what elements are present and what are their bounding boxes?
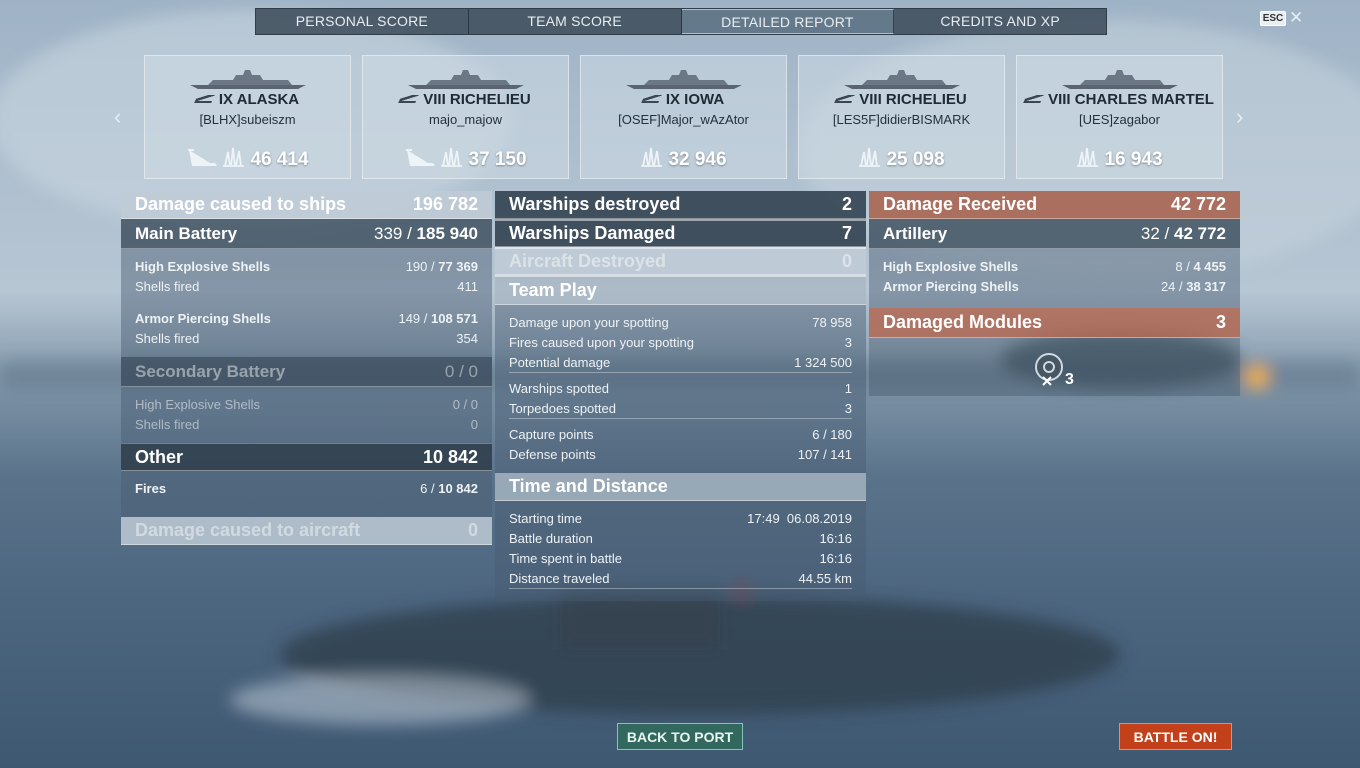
main-battery-details: High Explosive Shells 190 / 77 369 Shells… [121, 249, 492, 357]
ship-card[interactable]: VIII RICHELIEU majo_majow 37 150 [362, 55, 569, 179]
he-fired-row: Shells fired 411 [135, 279, 478, 294]
ship-card[interactable]: VIII CHARLES MARTEL [UES]zagabor 16 943 [1016, 55, 1223, 179]
ship-tier-icon [193, 95, 215, 103]
ship-damage-value: 16 943 [1104, 149, 1163, 170]
main-battery-row: Main Battery 339 / 185 940 [121, 219, 492, 249]
other-details: Fires 6 / 10 842 [121, 471, 492, 507]
damage-aircraft-row: Damage caused to aircraft 0 [121, 517, 492, 545]
damage-caused-panel: Damage caused to ships 196 782 Main Batt… [121, 191, 492, 545]
tab-credits-and-xp[interactable]: CREDITS AND XP [894, 9, 1106, 34]
battle-duration-row: Battle duration 16:16 [509, 531, 852, 546]
artillery-row: Artillery 32 / 42 772 [869, 219, 1240, 249]
damaged-modules-section: Damaged Modules 3 [869, 308, 1240, 338]
esc-key-hint[interactable]: ESC [1260, 11, 1286, 26]
shell-hit-icon [641, 147, 663, 167]
fires-row: Fires 6 / 10 842 [135, 481, 478, 496]
ship-tier-icon [398, 95, 420, 103]
damage-caused-header: Damage caused to ships 196 782 [121, 191, 492, 219]
shell-hit-icon [1077, 147, 1099, 167]
ship-silhouette-icon [407, 70, 524, 89]
ship-damage-value: 25 098 [886, 149, 945, 170]
received-he-row: High Explosive Shells 8 / 4 455 [883, 259, 1226, 274]
ship-damage-value: 32 946 [668, 149, 727, 170]
team-play-details: Damage upon your spotting 78 958 Fires ca… [495, 305, 866, 473]
module-count: 3 [1065, 371, 1074, 388]
he-shells-row: High Explosive Shells 190 / 77 369 [135, 259, 478, 274]
battle-on-button[interactable]: BATTLE ON! [1119, 723, 1232, 750]
shell-hit-icon [441, 147, 463, 167]
received-details: High Explosive Shells 8 / 4 455 Armor Pie… [869, 249, 1240, 305]
warships-spotted-row: Warships spotted 1 [509, 381, 852, 396]
player-name: [OSEF]Major_wAzAtor [618, 112, 749, 127]
ship-tier-icon [834, 95, 856, 103]
tab-team-score[interactable]: TEAM SCORE [469, 9, 682, 34]
ship-silhouette-icon [625, 70, 742, 89]
back-to-port-button[interactable]: BACK TO PORT [617, 723, 743, 750]
time-spent-row: Time spent in battle 16:16 [509, 551, 852, 566]
torpedo-hit-icon [406, 149, 436, 166]
capture-points-row: Capture points 6 / 180 [509, 427, 852, 442]
ship-silhouette-icon [189, 70, 306, 89]
chevron-right-icon[interactable]: › [1236, 104, 1243, 130]
close-icon[interactable]: ✕ [1289, 8, 1303, 28]
damage-received-panel: Damage Received 42 772 Artillery 32 / 42… [869, 191, 1240, 308]
ap-shells-row: Armor Piercing Shells 149 / 108 571 [135, 311, 478, 326]
combat-summary-panel: Warships destroyed 2 Warships Damaged 7 … [495, 191, 866, 601]
sec-he-row: High Explosive Shells 0 / 0 [135, 397, 478, 412]
damaged-modules-header: Damaged Modules 3 [869, 308, 1240, 338]
chevron-left-icon[interactable]: ‹ [114, 104, 121, 130]
module-gear-icon [1035, 353, 1063, 386]
starting-time-row: Starting time 17:49 06.08.2019 [509, 511, 852, 526]
distance-traveled-row: Distance traveled 44.55 km [509, 569, 852, 589]
shell-hit-icon [223, 147, 245, 167]
time-distance-details: Starting time 17:49 06.08.2019 Battle dur… [495, 501, 866, 597]
ship-card[interactable]: IX ALASKA [BLHX]subeiszm 46 414 [144, 55, 351, 179]
ship-silhouette-icon [1061, 70, 1178, 89]
tab-detailed-report[interactable]: DETAILED REPORT [681, 9, 895, 34]
ship-silhouette-icon [843, 70, 960, 89]
aircraft-destroyed-row: Aircraft Destroyed 0 [495, 247, 866, 275]
received-ap-row: Armor Piercing Shells 24 / 38 317 [883, 279, 1226, 294]
other-row: Other 10 842 [121, 443, 492, 471]
player-name: majo_majow [429, 112, 502, 127]
ship-damage-value: 37 150 [468, 149, 527, 170]
damaged-modules-area: 3 [869, 338, 1240, 396]
damage-received-header: Damage Received 42 772 [869, 191, 1240, 219]
ship-damage-value: 46 414 [250, 149, 309, 170]
secondary-battery-row: Secondary Battery 0 / 0 [121, 357, 492, 387]
potential-damage-row: Potential damage 1 324 500 [509, 353, 852, 373]
player-name: [UES]zagabor [1079, 112, 1160, 127]
ship-tier-icon [1023, 95, 1044, 103]
ship-tier-icon [640, 95, 662, 103]
tab-personal-score[interactable]: PERSONAL SCORE [256, 9, 469, 34]
tab-bar: PERSONAL SCORE TEAM SCORE DETAILED REPOR… [255, 8, 1107, 35]
ship-name: VIII CHARLES MARTEL [1048, 91, 1214, 108]
torpedo-hit-icon [188, 149, 218, 166]
ship-name: VIII RICHELIEU [423, 91, 531, 108]
spotting-damage-row: Damage upon your spotting 78 958 [509, 315, 852, 330]
ship-name: IX IOWA [665, 91, 725, 108]
warships-damaged-row: Warships Damaged 7 [495, 219, 866, 247]
ap-fired-row: Shells fired 354 [135, 331, 478, 346]
player-name: [LES5F]didierBISMARK [832, 112, 971, 127]
ship-name: IX ALASKA [218, 91, 300, 108]
shell-hit-icon [859, 147, 881, 167]
time-distance-header: Time and Distance [495, 473, 866, 501]
team-play-header: Team Play [495, 275, 866, 305]
warships-destroyed-row: Warships destroyed 2 [495, 191, 866, 219]
defense-points-row: Defense points 107 / 141 [509, 447, 852, 462]
torpedoes-spotted-row: Torpedoes spotted 3 [509, 399, 852, 419]
sec-fired-row: Shells fired 0 [135, 417, 478, 432]
ship-card[interactable]: IX IOWA [OSEF]Major_wAzAtor 32 946 [580, 55, 787, 179]
player-name: [BLHX]subeiszm [199, 112, 296, 127]
ship-name: VIII RICHELIEU [859, 91, 967, 108]
spotting-fires-row: Fires caused upon your spotting 3 [509, 335, 852, 350]
ship-card[interactable]: VIII RICHELIEU [LES5F]didierBISMARK 25 098 [798, 55, 1005, 179]
secondary-details: High Explosive Shells 0 / 0 Shells fired 0 [121, 387, 492, 443]
